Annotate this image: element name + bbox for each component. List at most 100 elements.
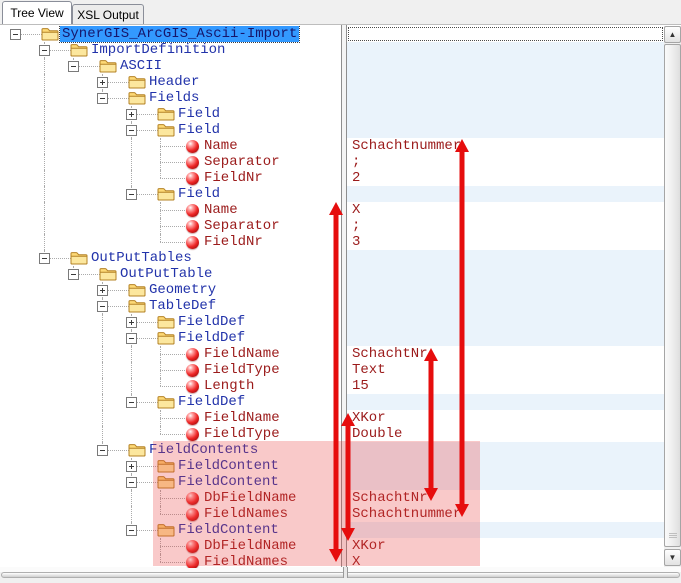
value-cell[interactable] [347, 458, 664, 474]
tree-node-label[interactable]: FieldContent [178, 474, 279, 490]
collapse-minus-icon[interactable] [97, 301, 108, 312]
value-cell[interactable] [347, 330, 664, 346]
collapse-minus-icon[interactable] [10, 29, 21, 40]
tree-node-label[interactable]: FieldType [204, 426, 280, 442]
scrollbar-thumb[interactable] [664, 44, 681, 547]
expand-plus-icon[interactable] [97, 77, 108, 88]
collapse-minus-icon[interactable] [126, 189, 137, 200]
expand-plus-icon[interactable] [126, 317, 137, 328]
tree-node-label[interactable]: FieldNames [204, 506, 288, 522]
tree-node-label[interactable]: FieldName [204, 410, 280, 426]
tree-guide-line [131, 506, 132, 522]
value-cell[interactable]: Schachtnummer [347, 506, 664, 522]
collapse-minus-icon[interactable] [126, 333, 137, 344]
value-cell[interactable]: Text [347, 362, 664, 378]
tree-node-label[interactable]: Fields [149, 90, 199, 106]
collapse-minus-icon[interactable] [126, 525, 137, 536]
tree-node-label[interactable]: FieldContents [149, 442, 258, 458]
tree-node-label[interactable]: Field [178, 106, 220, 122]
horizontal-splitter-bar[interactable] [1, 572, 680, 578]
value-cell[interactable] [347, 282, 664, 298]
tree-node-label[interactable]: DbFieldName [204, 538, 296, 554]
value-cell[interactable] [347, 314, 664, 330]
value-cell[interactable] [347, 26, 664, 42]
collapse-minus-icon[interactable] [39, 45, 50, 56]
tree-node-label[interactable]: FieldContent [178, 522, 279, 538]
collapse-minus-icon[interactable] [68, 61, 79, 72]
value-cell[interactable] [347, 266, 664, 282]
value-cell[interactable] [347, 442, 664, 458]
value-cell[interactable]: SchachtNr [347, 346, 664, 362]
collapse-minus-icon[interactable] [126, 477, 137, 488]
tree-node-label[interactable]: FieldDef [178, 314, 245, 330]
tree-node-label[interactable]: FieldContent [178, 458, 279, 474]
folder-icon [128, 283, 146, 297]
vertical-scrollbar[interactable]: ▲ ▼ [664, 26, 681, 568]
tree-node-label[interactable]: FieldNames [204, 554, 288, 568]
value-cell[interactable]: ; [347, 218, 664, 234]
tree-guide-line [160, 386, 187, 387]
tree-node-label[interactable]: Separator [204, 218, 280, 234]
tree-node-label[interactable]: FieldNr [204, 170, 263, 186]
value-cell[interactable] [347, 186, 664, 202]
tree-node-label[interactable]: Field [178, 186, 220, 202]
expand-plus-icon[interactable] [126, 109, 137, 120]
tree-node-label[interactable]: FieldNr [204, 234, 263, 250]
value-cell[interactable] [347, 122, 664, 138]
value-cell[interactable] [347, 42, 664, 58]
tree-node-label[interactable]: Separator [204, 154, 280, 170]
value-cell[interactable] [347, 58, 664, 74]
value-cell[interactable] [347, 474, 664, 490]
tree-node-label[interactable]: FieldDef [178, 330, 245, 346]
value-cell[interactable]: Double [347, 426, 664, 442]
tree-node-label[interactable]: OutPutTables [91, 250, 192, 266]
tree-node-label[interactable]: Length [204, 378, 254, 394]
value-cell[interactable]: SchachtNr [347, 490, 664, 506]
value-cell[interactable]: Schachtnummer [347, 138, 664, 154]
value-cell[interactable] [347, 74, 664, 90]
value-cell[interactable] [347, 522, 664, 538]
value-cell[interactable]: XKor [347, 538, 664, 554]
value-cell[interactable]: X [347, 554, 664, 568]
value-cell[interactable]: ; [347, 154, 664, 170]
collapse-minus-icon[interactable] [39, 253, 50, 264]
tree-node-label[interactable]: SynerGIS_ArcGIS_Ascii-Import [60, 26, 299, 42]
scroll-down-button[interactable]: ▼ [664, 549, 681, 566]
value-cell[interactable]: 15 [347, 378, 664, 394]
value-cell[interactable]: X [347, 202, 664, 218]
value-cell[interactable] [347, 250, 664, 266]
tree-node-label[interactable]: FieldType [204, 362, 280, 378]
value-cell[interactable] [347, 298, 664, 314]
collapse-minus-icon[interactable] [97, 445, 108, 456]
tree-guide-line [160, 546, 187, 547]
tree-node-label[interactable]: Name [204, 138, 238, 154]
tree-node-label[interactable]: Field [178, 122, 220, 138]
expand-plus-icon[interactable] [126, 461, 137, 472]
tree-node-label[interactable]: OutPutTable [120, 266, 212, 282]
value-cell[interactable] [347, 90, 664, 106]
tab-tree-view[interactable]: Tree View [2, 1, 72, 24]
attribute-icon [186, 364, 199, 377]
value-cell[interactable]: 2 [347, 170, 664, 186]
tree-node-label[interactable]: DbFieldName [204, 490, 296, 506]
collapse-minus-icon[interactable] [68, 269, 79, 280]
tree-node-label[interactable]: Header [149, 74, 199, 90]
tree-node-label[interactable]: Name [204, 202, 238, 218]
value-cell[interactable] [347, 106, 664, 122]
tree-node-label[interactable]: Geometry [149, 282, 216, 298]
tree-guide-line [131, 362, 132, 378]
tree-node-label[interactable]: ImportDefinition [91, 42, 225, 58]
expand-plus-icon[interactable] [97, 285, 108, 296]
value-cell[interactable]: 3 [347, 234, 664, 250]
tab-xsl-output[interactable]: XSL Output [72, 4, 144, 24]
tree-node-label[interactable]: ASCII [120, 58, 162, 74]
value-cell[interactable]: XKor [347, 410, 664, 426]
collapse-minus-icon[interactable] [97, 93, 108, 104]
collapse-minus-icon[interactable] [126, 125, 137, 136]
collapse-minus-icon[interactable] [126, 397, 137, 408]
tree-node-label[interactable]: FieldDef [178, 394, 245, 410]
tree-node-label[interactable]: TableDef [149, 298, 216, 314]
value-cell[interactable] [347, 394, 664, 410]
tree-node-label[interactable]: FieldName [204, 346, 280, 362]
scroll-up-button[interactable]: ▲ [664, 26, 681, 43]
